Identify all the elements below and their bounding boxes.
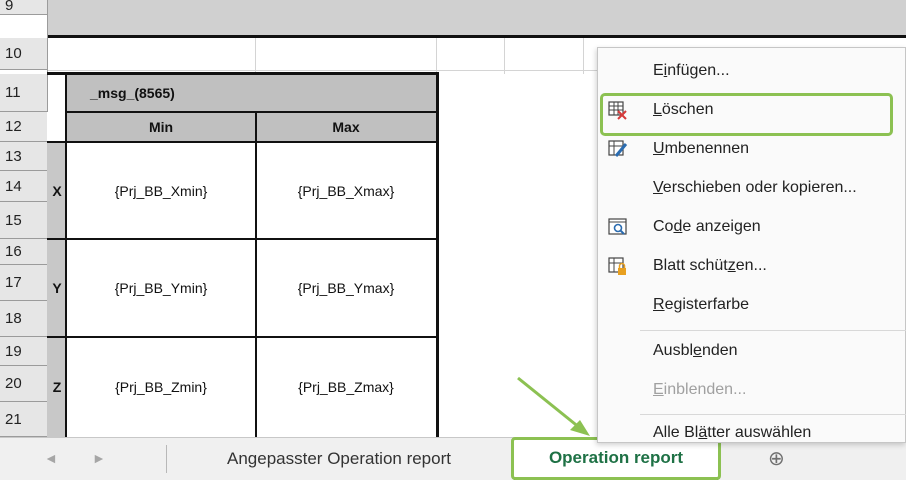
- min-column-header[interactable]: Min: [66, 112, 256, 142]
- row-header-16[interactable]: 16: [0, 239, 47, 265]
- menu-item-label: Alle Blätter auswählen: [653, 424, 812, 441]
- y-min-cell[interactable]: {Prj_BB_Ymin}: [66, 239, 256, 337]
- menu-item-label: Verschieben oder kopieren...: [653, 179, 857, 196]
- menu-item-blatt-schuetzen[interactable]: Blatt schützen...: [598, 247, 906, 285]
- x-min-cell[interactable]: {Prj_BB_Xmin}: [66, 142, 256, 239]
- table-border: [47, 141, 438, 143]
- table-title[interactable]: _msg_(8565): [66, 74, 436, 112]
- x-max-cell[interactable]: {Prj_BB_Xmax}: [256, 142, 436, 239]
- row-header-14[interactable]: 14: [0, 171, 47, 202]
- axis-label-y[interactable]: Y: [47, 239, 67, 337]
- menu-item-verschieben-oder-kopieren[interactable]: Verschieben oder kopieren...: [598, 169, 906, 207]
- menu-item-label: Ausblenden: [653, 342, 738, 359]
- menu-item-label: Code anzeigen: [653, 218, 761, 235]
- row-header-20[interactable]: 20: [0, 366, 47, 402]
- menu-highlight-box: [600, 93, 893, 136]
- thick-border: [47, 35, 906, 38]
- row-header-18[interactable]: 18: [0, 301, 47, 337]
- y-max-cell[interactable]: {Prj_BB_Ymax}: [256, 239, 436, 337]
- menu-item-label: Einfügen...: [653, 62, 730, 79]
- next-sheet-icon[interactable]: ►: [92, 450, 106, 466]
- menu-item-label: Blatt schützen...: [653, 257, 767, 274]
- protect-sheet-icon: [608, 257, 626, 275]
- menu-item-label: Umbenennen: [653, 140, 750, 157]
- menu-item-ausblenden[interactable]: Ausblenden: [598, 332, 906, 370]
- table-border: [47, 336, 438, 338]
- axis-label-x[interactable]: X: [47, 142, 67, 239]
- menu-item-alle-blaetter-auswaehlen[interactable]: Alle Blätter auswählen: [598, 414, 906, 452]
- menu-separator: [640, 330, 906, 331]
- menu-item-einblenden: Einblenden...: [598, 371, 906, 409]
- row-header-21[interactable]: 21: [0, 402, 47, 437]
- row-header-19[interactable]: 19: [0, 337, 47, 366]
- tab-angepasster-operation-report[interactable]: Angepasster Operation report: [167, 438, 511, 480]
- table-border: [47, 72, 438, 75]
- menu-item-einfuegen[interactable]: Einfügen...: [598, 52, 906, 90]
- row-header-10[interactable]: 10: [0, 38, 47, 70]
- view-code-icon: [608, 218, 627, 235]
- row-header-12[interactable]: 12: [0, 112, 47, 142]
- merged-header-band: [47, 0, 906, 35]
- row-header-11[interactable]: 11: [0, 74, 47, 112]
- row-header-17[interactable]: 17: [0, 265, 47, 301]
- table-border: [47, 238, 438, 240]
- previous-sheet-icon[interactable]: ◄: [44, 450, 58, 466]
- axis-label-z[interactable]: Z: [47, 337, 67, 437]
- menu-item-code-anzeigen[interactable]: Code anzeigen: [598, 208, 906, 246]
- menu-item-label: Registerfarbe: [653, 296, 750, 313]
- table-border: [255, 111, 257, 437]
- row-header-9[interactable]: 9: [0, 0, 47, 15]
- row-header-13[interactable]: 13: [0, 142, 47, 171]
- row-header-15[interactable]: 15: [0, 202, 47, 239]
- menu-item-label: Einblenden...: [653, 381, 747, 398]
- gridline: [583, 38, 584, 74]
- max-column-header[interactable]: Max: [256, 112, 436, 142]
- z-min-cell[interactable]: {Prj_BB_Zmin}: [66, 337, 256, 437]
- gridline: [255, 38, 256, 74]
- table-corner[interactable]: [47, 112, 67, 142]
- table-border: [436, 72, 439, 437]
- rename-sheet-icon: [608, 140, 628, 157]
- gridline: [504, 38, 505, 74]
- annotation-arrow-icon: [517, 376, 590, 436]
- z-max-cell[interactable]: {Prj_BB_Zmax}: [256, 337, 436, 437]
- menu-item-registerfarbe[interactable]: Registerfarbe: [598, 286, 906, 324]
- table-border: [66, 111, 438, 113]
- gridline: [436, 38, 437, 74]
- table-border: [65, 72, 67, 437]
